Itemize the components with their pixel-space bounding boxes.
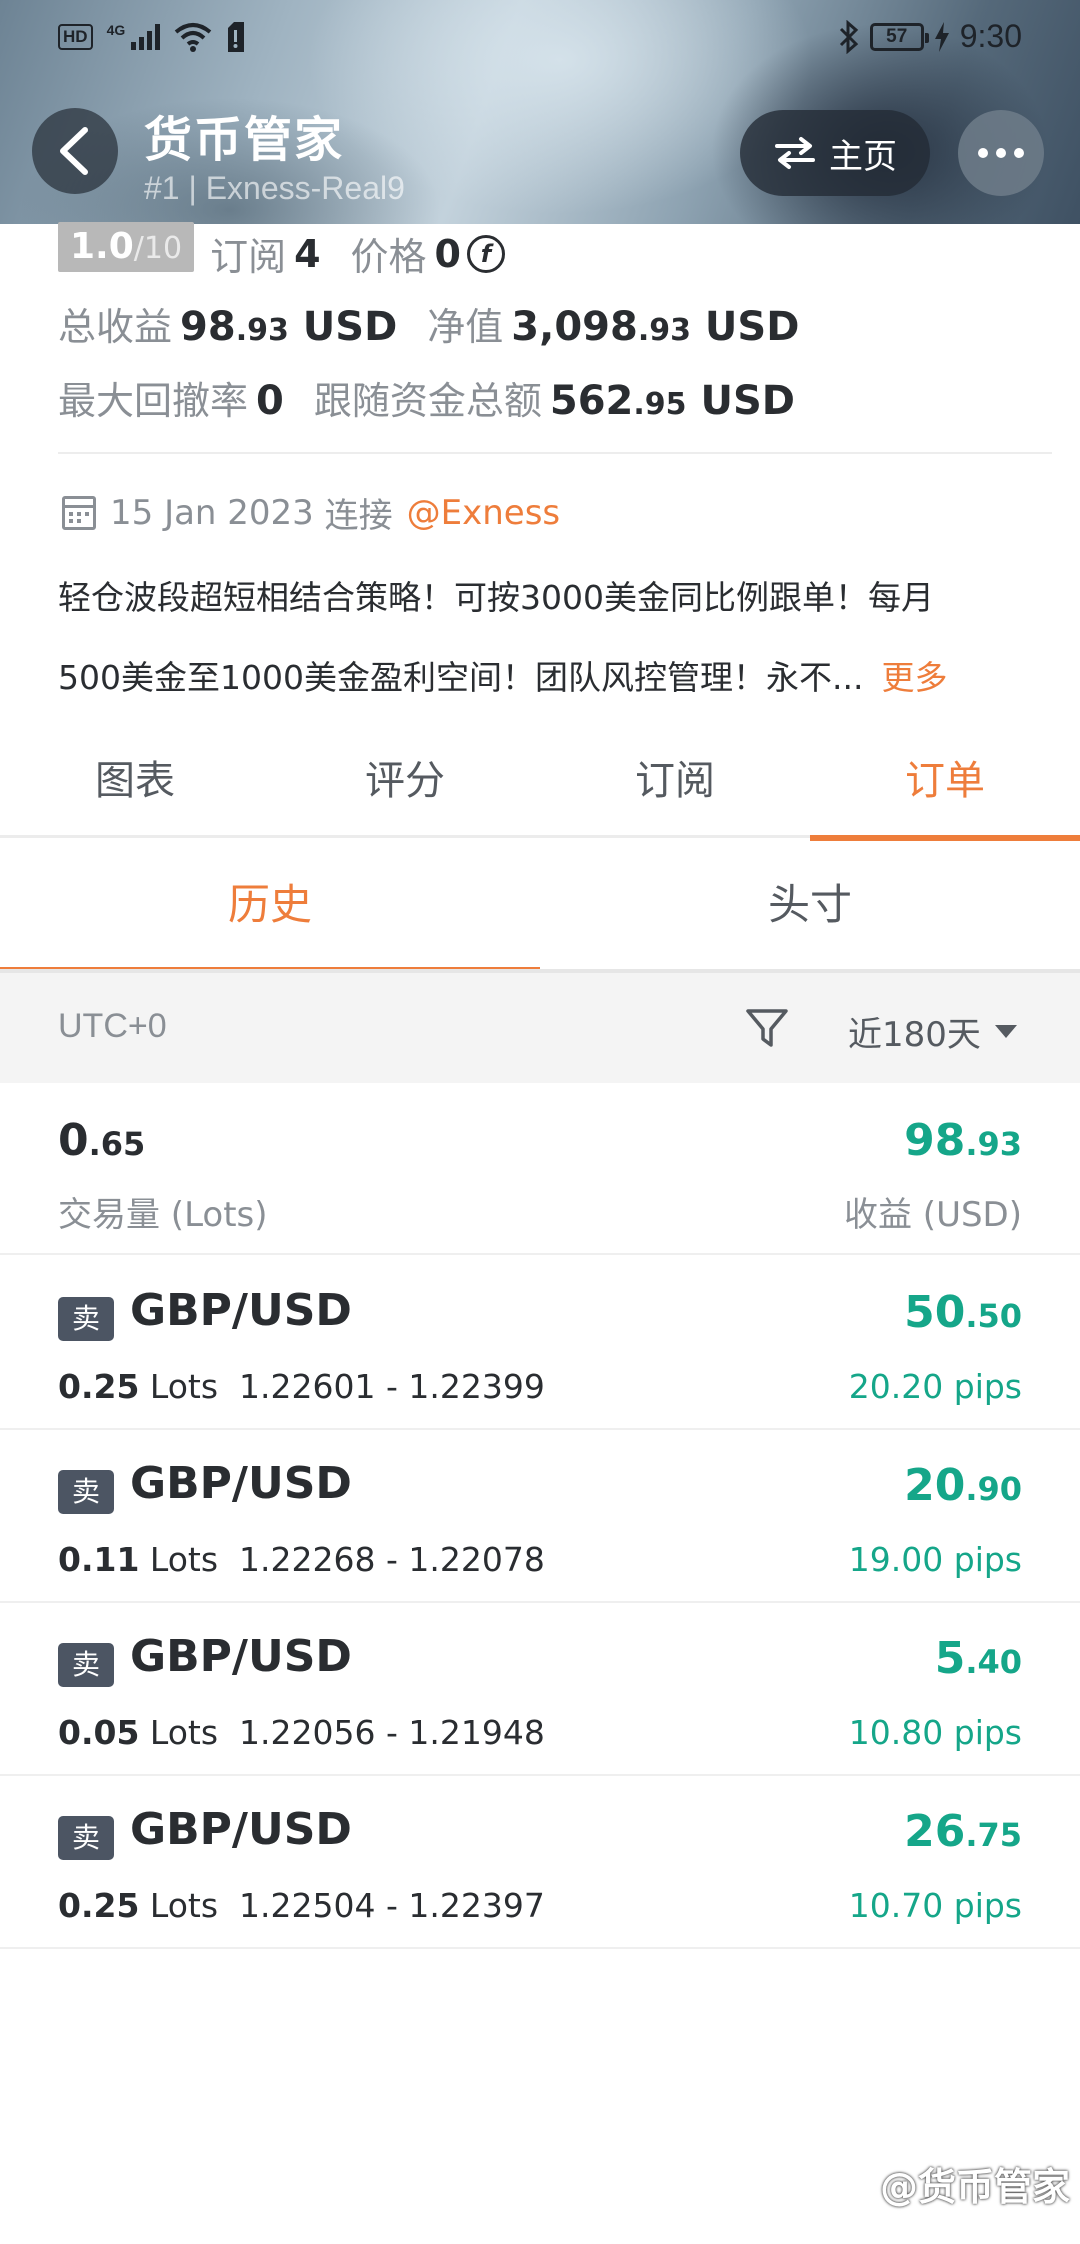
price-label: 价格 bbox=[350, 235, 427, 279]
strategy-description: 轻仓波段超短相结合策略！可按3000美金同比例跟单！每月 500美金至1000美… bbox=[58, 558, 1038, 718]
drawdown-value: 0 bbox=[256, 378, 284, 424]
more-button[interactable] bbox=[958, 110, 1044, 196]
order-pips: 19.00 pips bbox=[848, 1540, 1022, 1579]
volume-label: 交易量 (Lots) bbox=[58, 1195, 268, 1235]
order-row[interactable]: 卖 GBP/USD 0.25 Lots 1.22504 - 1.22397 26… bbox=[0, 1776, 1080, 1949]
connect-label: 连接 bbox=[324, 496, 393, 536]
more-dots-icon bbox=[978, 148, 988, 158]
order-pips: 10.70 pips bbox=[848, 1886, 1022, 1925]
order-pair: GBP/USD bbox=[130, 1804, 352, 1855]
sell-badge: 卖 bbox=[58, 1297, 114, 1341]
order-row[interactable]: 卖 GBP/USD 0.25 Lots 1.22601 - 1.22399 50… bbox=[0, 1257, 1080, 1430]
order-detail: 0.11 Lots 1.22268 - 1.22078 bbox=[58, 1540, 545, 1579]
home-button-label: 主页 bbox=[829, 136, 897, 177]
connect-date: 15 Jan 2023 bbox=[110, 492, 314, 533]
connection-info: 15 Jan 2023 连接 @Exness bbox=[62, 488, 560, 537]
volume-value: 0.65 bbox=[58, 1115, 146, 1166]
sell-badge: 卖 bbox=[58, 1816, 114, 1860]
wifi-icon bbox=[174, 23, 212, 52]
period-dropdown[interactable]: 近180天 bbox=[848, 1007, 1017, 1056]
order-profit: 50.50 bbox=[904, 1287, 1022, 1338]
signal-icon bbox=[131, 24, 161, 50]
divider bbox=[58, 452, 1052, 454]
home-button[interactable]: 主页 bbox=[740, 110, 930, 196]
status-bar: HD 4G 57 9:30 bbox=[0, 0, 1080, 80]
main-tab-bar: 图表 评分 订阅 订单 bbox=[0, 736, 1080, 841]
sell-badge: 卖 bbox=[58, 1643, 114, 1687]
tab-orders[interactable]: 订单 bbox=[810, 736, 1080, 841]
account-subtitle: #1 | Exness-Real9 bbox=[144, 170, 405, 206]
description-line-2: 500美金至1000美金盈利空间！团队风控管理！永不... 更多 bbox=[58, 658, 948, 697]
filter-icon[interactable] bbox=[744, 1005, 790, 1051]
broker-link[interactable]: @Exness bbox=[407, 493, 561, 533]
sell-badge: 卖 bbox=[58, 1470, 114, 1514]
price-value: 0 bbox=[434, 231, 461, 276]
order-detail: 0.25 Lots 1.22601 - 1.22399 bbox=[58, 1367, 545, 1406]
follow-funds-value: 562.95 USD bbox=[549, 378, 795, 424]
sub-tab-bar: 历史 头寸 bbox=[0, 841, 1080, 973]
drawdown-row: 最大回撤率 0 跟随资金总额 562.95 USD bbox=[58, 370, 825, 425]
bluetooth-icon bbox=[839, 19, 858, 54]
calendar-icon bbox=[62, 495, 96, 530]
more-link[interactable]: 更多 bbox=[881, 658, 947, 697]
tab-positions[interactable]: 头寸 bbox=[540, 841, 1080, 969]
period-label: 近180天 bbox=[848, 1015, 981, 1055]
order-pips: 20.20 pips bbox=[848, 1367, 1022, 1406]
total-profit-amount: 98.93 bbox=[904, 1115, 1022, 1166]
swap-arrows-icon bbox=[775, 137, 815, 169]
equity-label: 净值 bbox=[427, 305, 504, 349]
tab-subscribe[interactable]: 订阅 bbox=[540, 736, 810, 838]
equity-value: 3,098.93 USD bbox=[511, 304, 800, 350]
total-profit-label: 总收益 bbox=[58, 305, 173, 349]
drawdown-label: 最大回撤率 bbox=[58, 379, 249, 423]
tab-chart[interactable]: 图表 bbox=[0, 736, 270, 838]
order-detail: 0.25 Lots 1.22504 - 1.22397 bbox=[58, 1886, 545, 1925]
sim-card-icon bbox=[228, 22, 245, 52]
clock-time: 9:30 bbox=[959, 18, 1022, 54]
rating-badge: 1.0/10 bbox=[58, 221, 195, 272]
header-banner: HD 4G 57 9:30 货币管家 #1 | Exness-Real9 主页 bbox=[0, 0, 1080, 224]
description-line-1: 轻仓波段超短相结合策略！可按3000美金同比例跟单！每月 bbox=[58, 578, 934, 617]
subscribe-count: 4 bbox=[294, 231, 321, 276]
subscribe-label: 订阅 bbox=[210, 235, 287, 279]
order-pair: GBP/USD bbox=[130, 1631, 352, 1682]
profit-label: 收益 (USD) bbox=[844, 1195, 1022, 1235]
order-profit: 5.40 bbox=[934, 1633, 1022, 1684]
back-arrow-icon bbox=[60, 127, 88, 175]
order-pair: GBP/USD bbox=[130, 1458, 352, 1509]
watermark: @货币管家 bbox=[879, 2165, 1070, 2209]
back-button[interactable] bbox=[32, 108, 118, 194]
totals-summary: 0.65 交易量 (Lots) 98.93 收益 (USD) bbox=[0, 1083, 1080, 1255]
hd-icon: HD bbox=[58, 24, 93, 50]
tab-rating[interactable]: 评分 bbox=[270, 736, 540, 838]
caret-down-icon bbox=[994, 1025, 1017, 1038]
follow-funds-label: 跟随资金总额 bbox=[313, 379, 542, 423]
page-title: 货币管家 bbox=[144, 112, 345, 168]
total-profit-value: 98.93 USD bbox=[180, 304, 398, 350]
network-type: 4G bbox=[106, 22, 126, 38]
charging-icon bbox=[934, 21, 949, 52]
order-detail: 0.05 Lots 1.22056 - 1.21948 bbox=[58, 1713, 545, 1752]
order-pips: 10.80 pips bbox=[848, 1713, 1022, 1752]
profit-row: 总收益 98.93 USD 净值 3,098.93 USD bbox=[58, 296, 829, 351]
battery-icon: 57 bbox=[869, 22, 929, 51]
timezone-label: UTC+0 bbox=[58, 1007, 167, 1045]
order-profit: 20.90 bbox=[904, 1460, 1022, 1511]
rating-row: 1.0/10 订阅 4 价格 0 f bbox=[58, 221, 505, 281]
filter-bar: UTC+0 近180天 bbox=[0, 969, 1080, 1083]
coin-icon: f bbox=[467, 234, 505, 273]
order-row[interactable]: 卖 GBP/USD 0.11 Lots 1.22268 - 1.22078 20… bbox=[0, 1430, 1080, 1603]
order-row[interactable]: 卖 GBP/USD 0.05 Lots 1.22056 - 1.21948 5.… bbox=[0, 1603, 1080, 1776]
tab-history[interactable]: 历史 bbox=[0, 841, 540, 973]
order-pair: GBP/USD bbox=[130, 1285, 352, 1336]
order-profit: 26.75 bbox=[904, 1806, 1022, 1857]
